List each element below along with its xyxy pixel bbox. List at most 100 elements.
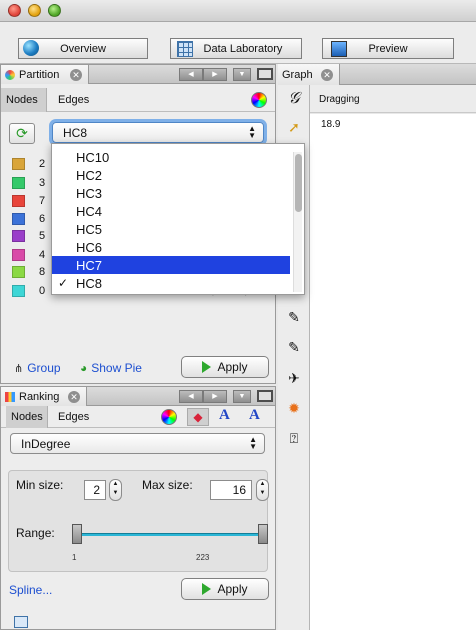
select-arrows-icon: ▲ ▼: [249, 435, 257, 451]
ranking-apply-label: Apply: [217, 582, 248, 596]
group-button[interactable]: ⋔ Group: [14, 361, 61, 375]
ranking-menu-button[interactable]: ▼: [233, 390, 251, 403]
dropdown-scroll-thumb[interactable]: [295, 154, 302, 212]
legend-swatch[interactable]: [12, 213, 25, 225]
max-size-input[interactable]: 16: [210, 480, 252, 500]
partition-attribute-select[interactable]: HC8 ▲ ▼: [52, 122, 264, 143]
dropdown-item-label: HC8: [76, 275, 103, 291]
legend-swatch[interactable]: [12, 249, 25, 261]
max-size-stepper[interactable]: ▲ ▼: [256, 479, 269, 501]
pencil-tool-icon[interactable]: ✎: [284, 307, 304, 327]
legend-item[interactable]: 7: [12, 194, 45, 208]
legend-item[interactable]: 0: [12, 284, 45, 298]
legend-item[interactable]: 8: [12, 265, 45, 279]
partition-menu-button[interactable]: ▼: [233, 68, 251, 81]
graph-value: 18.9: [321, 119, 341, 130]
pen-tool-icon[interactable]: ✎: [284, 337, 304, 357]
maximize-window-button[interactable]: [48, 4, 61, 17]
close-window-button[interactable]: [8, 4, 21, 17]
legend-item[interactable]: 2: [12, 157, 45, 171]
group-icon: ⋔: [14, 362, 24, 375]
tab-nodes[interactable]: Nodes: [6, 406, 48, 428]
partition-tab-title: Partition: [19, 68, 60, 81]
main-toolbar: Overview Data Laboratory Preview: [0, 22, 476, 64]
ranking-tabstrip: Ranking ✕ ◀ ▶ ▼: [1, 387, 275, 406]
tab-graph[interactable]: Graph ✕: [278, 64, 340, 85]
maximize-panel-icon[interactable]: [257, 68, 273, 80]
color-wheel-icon[interactable]: [161, 409, 177, 425]
close-icon[interactable]: ✕: [70, 68, 82, 81]
maximize-panel-icon[interactable]: [257, 390, 273, 402]
close-icon[interactable]: ✕: [68, 390, 80, 403]
tab-nodes[interactable]: Nodes: [1, 88, 47, 112]
graph-tabstrip: Graph ✕: [278, 64, 476, 85]
min-size-stepper[interactable]: ▲ ▼: [109, 479, 122, 501]
dropdown-item-label: HC6: [76, 239, 103, 255]
preview-label: Preview: [368, 42, 408, 55]
right-arrow-icon[interactable]: ▶: [203, 68, 227, 81]
dropdown-item[interactable]: ✓ HC8: [52, 274, 290, 292]
legend-swatch[interactable]: [12, 230, 25, 242]
gear-icon[interactable]: ✹: [284, 398, 304, 418]
legend-swatch[interactable]: [12, 195, 25, 207]
ranking-icon: [5, 391, 15, 402]
range-min-thumb[interactable]: [72, 524, 82, 544]
tab-partition[interactable]: Partition ✕: [1, 65, 89, 84]
pointer-tool-icon[interactable]: ➚: [284, 117, 304, 137]
tab-edges[interactable]: Edges: [53, 406, 94, 428]
minimize-window-button[interactable]: [28, 4, 41, 17]
dropdown-item[interactable]: HC5: [52, 220, 290, 238]
graph-mode-label: Dragging: [319, 94, 360, 105]
size-icon[interactable]: ◆: [187, 408, 209, 426]
ranking-parameter-select[interactable]: InDegree ▲ ▼: [10, 433, 265, 454]
legend-swatch[interactable]: [12, 177, 25, 189]
ranking-apply-button[interactable]: Apply: [181, 578, 269, 600]
globe-icon: [23, 40, 39, 56]
legend-item[interactable]: 6: [12, 212, 45, 226]
table-view-icon[interactable]: [14, 616, 28, 628]
preview-button[interactable]: Preview: [322, 38, 454, 59]
dropdown-item[interactable]: HC3: [52, 184, 290, 202]
spline-link[interactable]: Spline...: [9, 583, 52, 597]
left-arrow-icon[interactable]: ◀: [179, 68, 203, 81]
airplane-tool-icon[interactable]: ✈: [284, 368, 304, 388]
tab-ranking[interactable]: Ranking ✕: [1, 387, 87, 406]
help-pointer-icon[interactable]: ⍰: [284, 428, 304, 448]
data-laboratory-button[interactable]: Data Laboratory: [170, 38, 302, 59]
dropdown-scrollbar[interactable]: [293, 152, 302, 292]
tab-edges[interactable]: Edges: [53, 88, 94, 112]
spline-label: Spline...: [9, 583, 53, 597]
refresh-button[interactable]: ⟳: [9, 123, 35, 144]
partition-selected-value: HC8: [63, 125, 88, 140]
partition-tabstrip: Partition ✕ ◀ ▶ ▼: [1, 65, 275, 84]
legend-swatch[interactable]: [12, 158, 25, 170]
min-size-label: Min size:: [16, 478, 64, 492]
legend-item[interactable]: 5: [12, 229, 45, 243]
right-arrow-icon[interactable]: ▶: [203, 390, 227, 403]
partition-apply-button[interactable]: Apply: [181, 356, 269, 378]
dropdown-item[interactable]: HC10: [52, 148, 290, 166]
legend-item[interactable]: 4: [12, 248, 45, 262]
legend-swatch[interactable]: [12, 285, 25, 297]
close-icon[interactable]: ✕: [321, 68, 333, 81]
dropdown-item[interactable]: HC2: [52, 166, 290, 184]
dropdown-item[interactable]: HC7: [52, 256, 290, 274]
range-max-thumb[interactable]: [258, 524, 268, 544]
legend-swatch[interactable]: [12, 266, 25, 278]
legend-label: 5: [39, 230, 46, 242]
legend-item[interactable]: 3: [12, 176, 45, 190]
legend-label: 6: [39, 213, 46, 225]
dropdown-item[interactable]: HC6: [52, 238, 290, 256]
overview-button[interactable]: Overview: [18, 38, 148, 59]
left-arrow-icon[interactable]: ◀: [179, 390, 203, 403]
label-size-icon[interactable]: A: [249, 407, 260, 424]
legend-label: 7: [39, 195, 46, 207]
graph-canvas[interactable]: 18.9: [310, 114, 476, 630]
overview-label: Overview: [60, 42, 106, 55]
dropdown-item[interactable]: HC4: [52, 202, 290, 220]
label-color-icon[interactable]: A: [219, 407, 230, 424]
show-pie-button[interactable]: ◕ Show Pie: [80, 361, 142, 375]
color-wheel-icon[interactable]: [251, 92, 267, 108]
range-slider-track[interactable]: [80, 533, 264, 536]
min-size-input[interactable]: 2: [84, 480, 106, 500]
